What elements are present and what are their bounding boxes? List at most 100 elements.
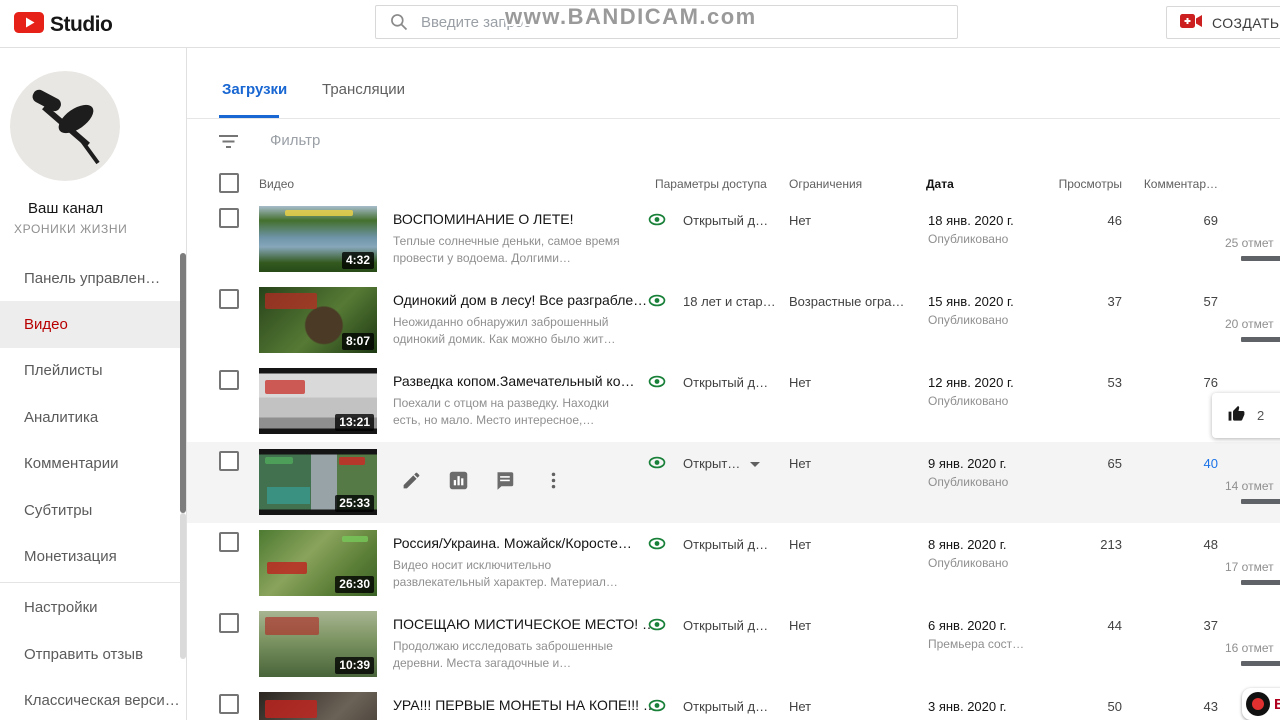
- video-thumbnail[interactable]: 26:30: [259, 530, 377, 596]
- sidebar-item-monetization[interactable]: Монетизация: [0, 533, 186, 579]
- tab-live[interactable]: Трансляции: [322, 81, 405, 98]
- channel-name: Ваш канал: [28, 200, 104, 217]
- comments-icon[interactable]: [494, 470, 516, 492]
- visibility-text[interactable]: Открытый д…: [683, 375, 768, 390]
- video-title[interactable]: УРА!!! ПЕРВЫЕ МОНЕТЫ НА КОПЕ!!! …: [393, 697, 651, 713]
- likes-text: 20 отмет: [1225, 317, 1274, 331]
- comments-count[interactable]: 37: [1087, 618, 1218, 633]
- table-row[interactable]: 10:39 ПОСЕЩАЮ МИСТИЧЕСКОЕ МЕСТО! … Продо…: [187, 604, 1280, 686]
- sidebar-item-settings[interactable]: Настройки: [0, 585, 186, 631]
- visibility-text[interactable]: Открытый д…: [683, 213, 768, 228]
- row-checkbox[interactable]: [219, 208, 239, 228]
- header-visibility[interactable]: Параметры доступа: [655, 177, 767, 191]
- youtube-studio-app: Studio www.BANDICAM.com СОЗДАТЬ Ваш кана…: [0, 0, 1280, 720]
- bandicam-watermark: www.BANDICAM.com: [505, 4, 757, 29]
- filter-bar: [187, 118, 1280, 167]
- thumbnail-text-overlay: [265, 293, 317, 309]
- thumbnail-text-overlay: [284, 210, 354, 216]
- sidebar-item-comments[interactable]: Комментарии: [0, 441, 186, 487]
- video-title[interactable]: ВОСПОМИНАНИЕ О ЛЕТЕ!: [393, 211, 651, 227]
- sidebar-item-label: Монетизация: [24, 548, 117, 566]
- header-restrictions[interactable]: Ограничения: [789, 177, 862, 191]
- duration-badge: 10:39: [335, 657, 374, 674]
- video-thumbnail[interactable]: 4:32: [259, 206, 377, 272]
- table-row[interactable]: 4:32 ВОСПОМИНАНИЕ О ЛЕТЕ! Теплые солнечн…: [187, 199, 1280, 281]
- video-thumbnail[interactable]: 10:39: [259, 611, 377, 677]
- row-checkbox[interactable]: [219, 451, 239, 471]
- date-status: Опубликовано: [928, 232, 1009, 246]
- visibility-text[interactable]: Открыт…: [683, 456, 740, 471]
- visibility-text[interactable]: Открытый д…: [683, 699, 768, 714]
- restrictions-text: Возрастные огра…: [789, 294, 905, 309]
- create-button[interactable]: СОЗДАТЬ: [1166, 6, 1280, 39]
- edit-icon[interactable]: [401, 470, 423, 492]
- header-date[interactable]: Дата: [926, 177, 954, 191]
- sidebar-item-label: Отправить отзыв: [24, 645, 144, 663]
- channel-subtitle: ХРОНИКИ ЖИЗНИ: [14, 222, 128, 236]
- sidebar-item-feedback[interactable]: Отправить отзыв: [0, 631, 186, 677]
- sidebar-item-subtitles[interactable]: Субтитры: [0, 487, 186, 533]
- comments-count[interactable]: 76: [1087, 375, 1218, 390]
- comments-count[interactable]: 69: [1087, 213, 1218, 228]
- duration-badge: 25:33: [335, 495, 374, 512]
- sidebar-item-analytics[interactable]: Аналитика: [0, 394, 186, 440]
- video-thumbnail[interactable]: 13:21: [259, 368, 377, 434]
- search-icon: [391, 14, 408, 31]
- likes-ratio-bar: [1241, 337, 1280, 342]
- video-thumbnail[interactable]: 8:07: [259, 287, 377, 353]
- sidebar-scrollbar-track: [180, 513, 186, 659]
- visibility-text[interactable]: Открытый д…: [683, 618, 768, 633]
- duration-badge: 4:32: [341, 252, 374, 269]
- comments-count-link[interactable]: 40: [1087, 456, 1218, 471]
- row-checkbox[interactable]: [219, 532, 239, 552]
- comments-count[interactable]: 57: [1087, 294, 1218, 309]
- video-title[interactable]: ПОСЕЩАЮ МИСТИЧЕСКОЕ МЕСТО! …: [393, 616, 651, 632]
- row-checkbox[interactable]: [219, 370, 239, 390]
- thumbnail-text-overlay: [341, 536, 368, 542]
- sidebar-item-videos[interactable]: Видео: [0, 301, 186, 348]
- table-row-hovered[interactable]: 25:33 Открыт… Нет 9 янв. 2020 г. Опублик…: [187, 442, 1280, 524]
- filter-icon: [219, 135, 238, 154]
- table-row[interactable]: 13:21 Разведка копом.Замечательный ко… П…: [187, 361, 1280, 443]
- more-options-icon[interactable]: [543, 470, 565, 492]
- row-checkbox[interactable]: [219, 289, 239, 309]
- header-video[interactable]: Видео: [259, 177, 294, 191]
- header-comments[interactable]: Комментар…: [1087, 177, 1218, 191]
- youtube-studio-logo[interactable]: Studio: [14, 12, 113, 38]
- date-status: Премьера сост…: [928, 637, 1025, 651]
- sidebar-item-dashboard[interactable]: Панель управлен…: [0, 255, 186, 301]
- row-checkbox[interactable]: [219, 613, 239, 633]
- video-thumbnail[interactable]: [259, 692, 377, 720]
- sidebar-item-label: Плейлисты: [24, 362, 103, 380]
- sidebar-scrollbar-thumb[interactable]: [180, 253, 186, 513]
- thumbnail-detail: [267, 487, 310, 505]
- likes-ratio-bar: [1241, 580, 1280, 585]
- thumb-up-icon: [1227, 404, 1246, 428]
- select-all-checkbox[interactable]: [219, 173, 239, 193]
- visibility-text[interactable]: Открытый д…: [683, 537, 768, 552]
- sidebar-item-playlists[interactable]: Плейлисты: [0, 348, 186, 394]
- table-row[interactable]: 26:30 Россия/Украина. Можайск/Коросте… В…: [187, 523, 1280, 605]
- video-title[interactable]: Разведка копом.Замечательный ко…: [393, 373, 651, 389]
- channel-avatar[interactable]: [10, 71, 120, 181]
- row-checkbox[interactable]: [219, 694, 239, 714]
- logo-text: Studio: [50, 13, 113, 36]
- comments-count[interactable]: 43: [1087, 699, 1218, 714]
- video-thumbnail[interactable]: 25:33: [259, 449, 377, 515]
- visibility-dropdown-icon[interactable]: [750, 462, 760, 467]
- create-video-icon: [1180, 13, 1203, 32]
- sidebar-item-classic-version[interactable]: Классическая верси…: [0, 678, 186, 720]
- sidebar-nav: Панель управлен… Видео Плейлисты Аналити…: [0, 255, 186, 720]
- visibility-text[interactable]: 18 лет и стар…: [683, 294, 776, 309]
- table-row[interactable]: 8:07 Одинокий дом в лесу! Все разграбле……: [187, 280, 1280, 362]
- analytics-icon[interactable]: [448, 470, 470, 492]
- restrictions-text: Нет: [789, 699, 812, 714]
- thumbnail-text-overlay: [265, 457, 294, 464]
- filter-input[interactable]: [268, 131, 592, 150]
- youtube-play-icon: [14, 12, 44, 38]
- video-title[interactable]: Россия/Украина. Можайск/Коросте…: [393, 535, 651, 551]
- comments-count[interactable]: 48: [1087, 537, 1218, 552]
- video-title[interactable]: Одинокий дом в лесу! Все разграбле…: [393, 292, 651, 308]
- tab-uploads[interactable]: Загрузки: [222, 81, 287, 98]
- table-row[interactable]: УРА!!! ПЕРВЫЕ МОНЕТЫ НА КОПЕ!!! … Открыт…: [187, 685, 1280, 720]
